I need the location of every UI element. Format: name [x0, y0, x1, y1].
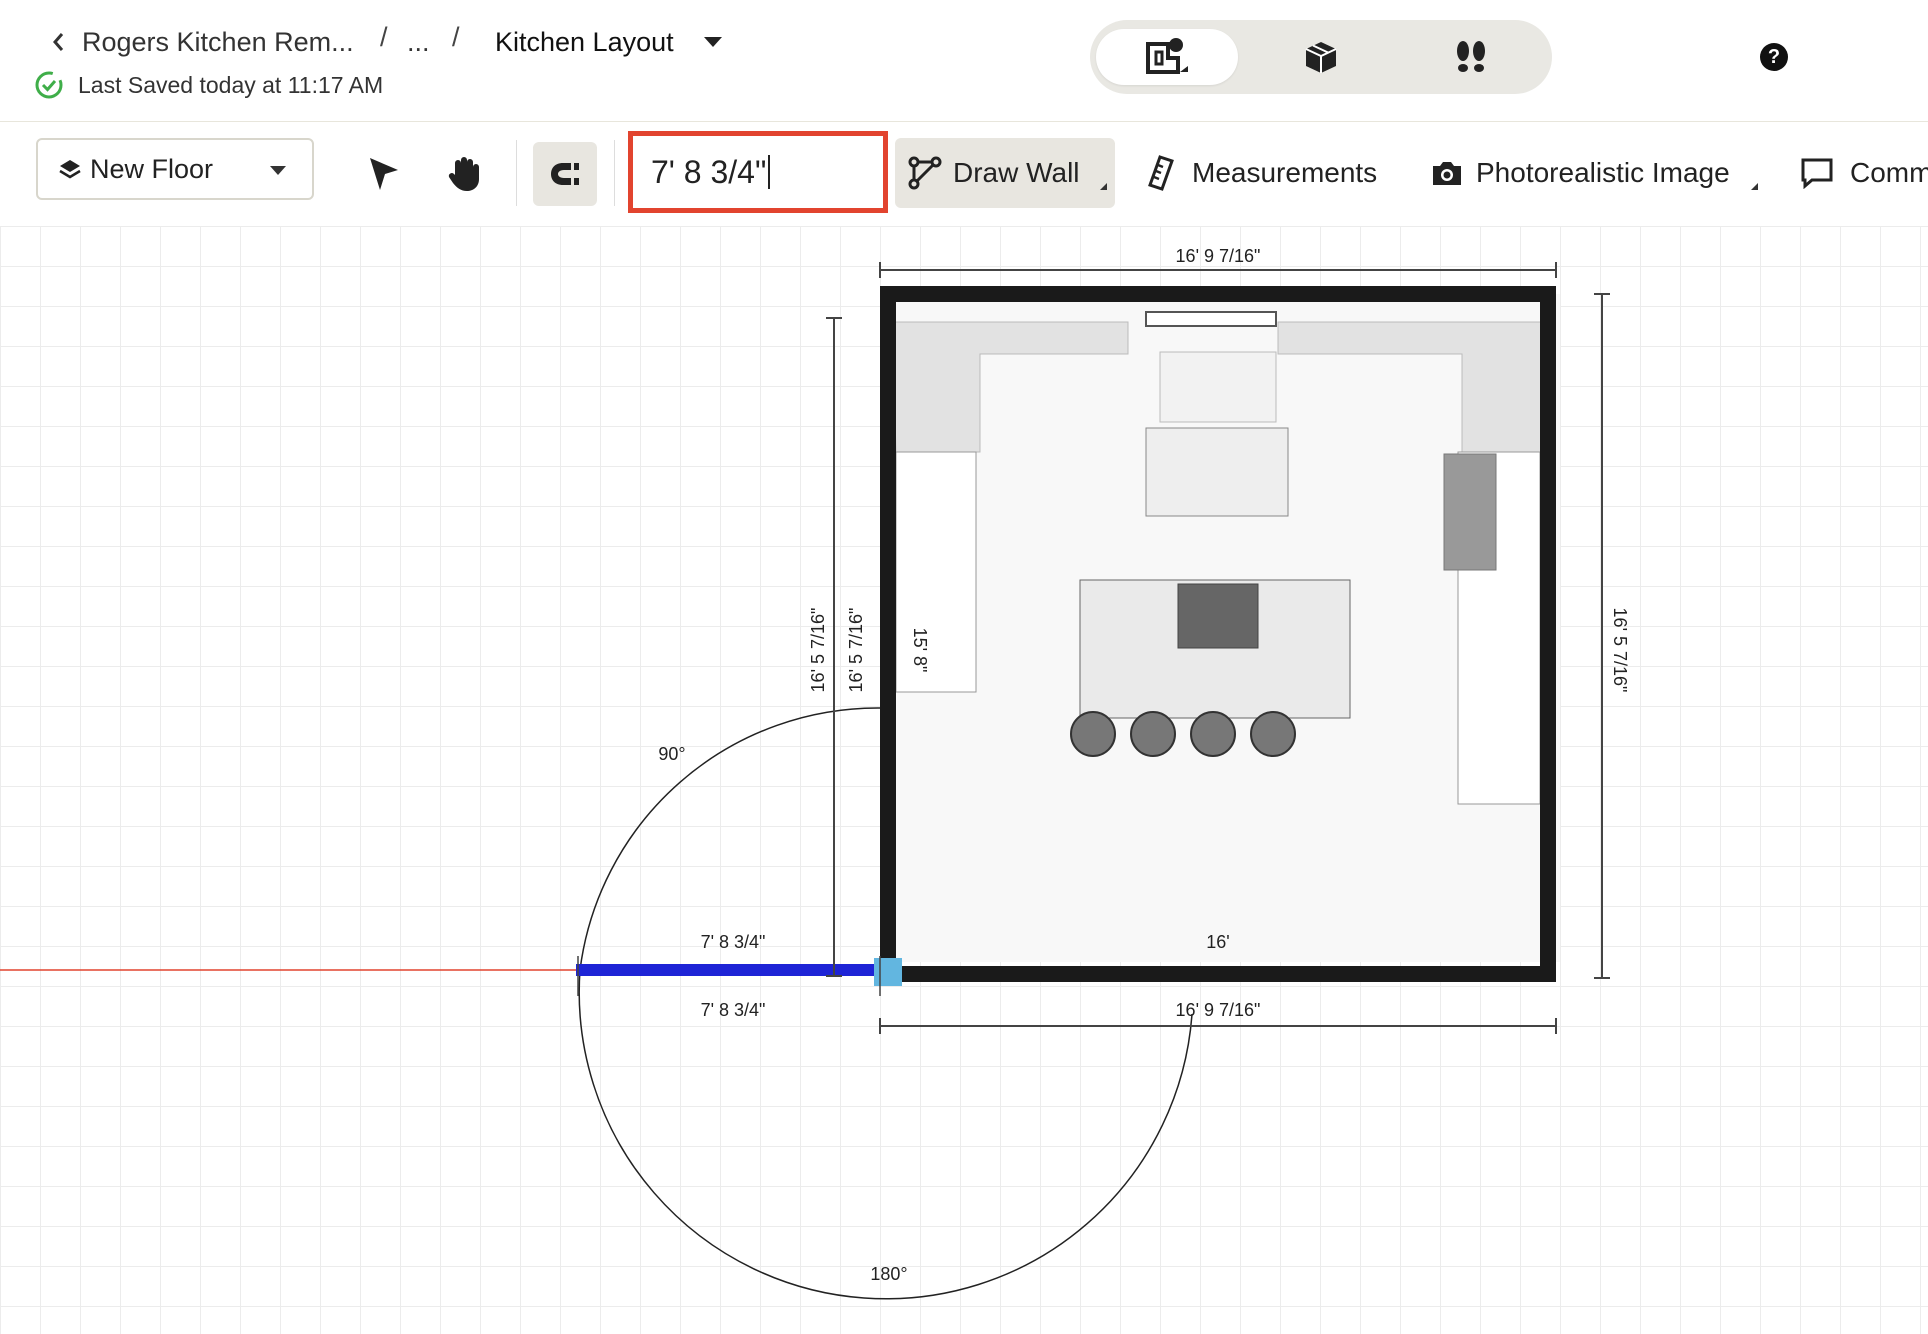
dimension-line-bottom — [879, 1018, 1557, 1034]
comments-label: Comm — [1850, 157, 1928, 188]
range-cabinet — [1145, 427, 1289, 517]
dim-right: 16' 5 7/16" — [1610, 608, 1630, 693]
bar-stool — [1130, 711, 1176, 757]
3d-box-icon — [1305, 42, 1337, 73]
2d-floorplan-icon — [1146, 38, 1188, 74]
snap-toggle-button[interactable] — [533, 142, 597, 206]
cooktop — [1177, 583, 1259, 649]
draw-wall-label: Draw Wall — [953, 157, 1080, 188]
floor-plan-drawing: 16' 9 7/16" 16' 9 7/16" 16' 7' 8 3/4" 7'… — [0, 246, 1630, 1300]
top-bar: Rogers Kitchen Rem... / ... / Kitchen La… — [0, 0, 1928, 120]
view-mode-toggle — [1090, 20, 1552, 94]
wall-length-value: 7' 8 3/4" — [651, 153, 767, 190]
dim-bottom: 16' 9 7/16" — [1176, 1000, 1261, 1020]
footsteps-icon — [1457, 41, 1485, 72]
angle-arc-180 — [578, 969, 1193, 1300]
page-title[interactable]: Kitchen Layout — [495, 22, 724, 62]
dim-new-wall-bottom: 7' 8 3/4" — [701, 1000, 766, 1020]
pan-tool-button[interactable] — [432, 142, 496, 206]
bar-stool — [1070, 711, 1116, 757]
breadcrumb-ellipsis[interactable]: ... — [407, 22, 430, 62]
draw-wall-button[interactable]: Draw Wall — [895, 138, 1115, 208]
angle-label-90: 90° — [658, 744, 685, 764]
measurements-label: Measurements — [1192, 157, 1378, 188]
new-wall — [576, 964, 876, 976]
bar-stool — [1190, 711, 1236, 757]
dim-new-wall-top: 7' 8 3/4" — [701, 932, 766, 952]
left-cabinets — [895, 451, 977, 693]
floor-plan-canvas[interactable]: 16' 9 7/16" 16' 9 7/16" 16' 7' 8 3/4" 7'… — [0, 226, 1928, 1334]
dim-bottom-inner: 16' — [1206, 932, 1229, 952]
chevron-left-icon — [53, 33, 64, 51]
layers-icon — [59, 160, 81, 179]
dropdown-corner-icon — [1100, 183, 1107, 190]
refrigerator — [1443, 453, 1497, 571]
project-name: Rogers Kitchen Rem... — [82, 26, 354, 57]
select-tool-button[interactable] — [352, 142, 416, 206]
photorealistic-image-label: Photorealistic Image — [1476, 157, 1730, 188]
sink-cabinet — [1159, 351, 1277, 423]
saved-check-icon — [35, 71, 63, 99]
bar-stool — [1250, 711, 1296, 757]
breadcrumb-separator: / — [380, 22, 388, 52]
caret-down-icon — [270, 166, 286, 175]
caret-down-icon — [703, 37, 722, 47]
text-cursor — [768, 155, 771, 189]
hand-icon — [448, 157, 479, 191]
wall-endpoint-handle[interactable] — [874, 958, 902, 986]
back-breadcrumb[interactable]: Rogers Kitchen Rem... — [50, 22, 354, 62]
page-title-label: Kitchen Layout — [495, 26, 674, 57]
comments-button[interactable]: Comm — [1800, 138, 1928, 208]
toolbar: New Floor 7' 8 3/4" Draw Wall Measuremen… — [0, 121, 1928, 227]
floor-selector[interactable]: New Floor — [36, 138, 314, 200]
help-icon[interactable]: ? — [1760, 43, 1788, 71]
dim-left-outer: 16' 5 7/16" — [808, 608, 828, 693]
save-status: Last Saved today at 11:17 AM — [34, 68, 383, 102]
cursor-arrow-icon — [370, 158, 398, 190]
view-3d-button[interactable] — [1250, 29, 1392, 85]
saved-status-text: Last Saved today at 11:17 AM — [78, 71, 384, 98]
dim-top: 16' 9 7/16" — [1176, 246, 1261, 266]
wall-length-input[interactable]: 7' 8 3/4" — [628, 131, 888, 213]
dimension-line-left — [826, 317, 842, 977]
toolbar-divider — [614, 140, 615, 206]
dimension-line-right — [1594, 293, 1610, 979]
draw-wall-icon — [908, 156, 942, 190]
dim-left-inner: 16' 5 7/16" — [846, 608, 866, 693]
camera-icon — [1433, 162, 1461, 185]
angle-label-180: 180° — [870, 1264, 907, 1284]
view-2d-button[interactable] — [1096, 29, 1238, 85]
dropdown-corner-icon — [1751, 183, 1758, 190]
dim-counter: 15' 8" — [910, 628, 930, 673]
ruler-icon — [1148, 155, 1174, 191]
floor-label: New Floor — [90, 153, 214, 184]
window — [1145, 311, 1277, 327]
magnet-icon — [551, 163, 579, 185]
measurements-button[interactable]: Measurements — [1148, 138, 1377, 208]
toolbar-divider — [516, 140, 517, 206]
view-walkthrough-button[interactable] — [1400, 29, 1542, 85]
photorealistic-image-button[interactable]: Photorealistic Image — [1430, 138, 1760, 208]
breadcrumb-separator: / — [452, 22, 460, 52]
comment-icon — [1801, 158, 1833, 189]
